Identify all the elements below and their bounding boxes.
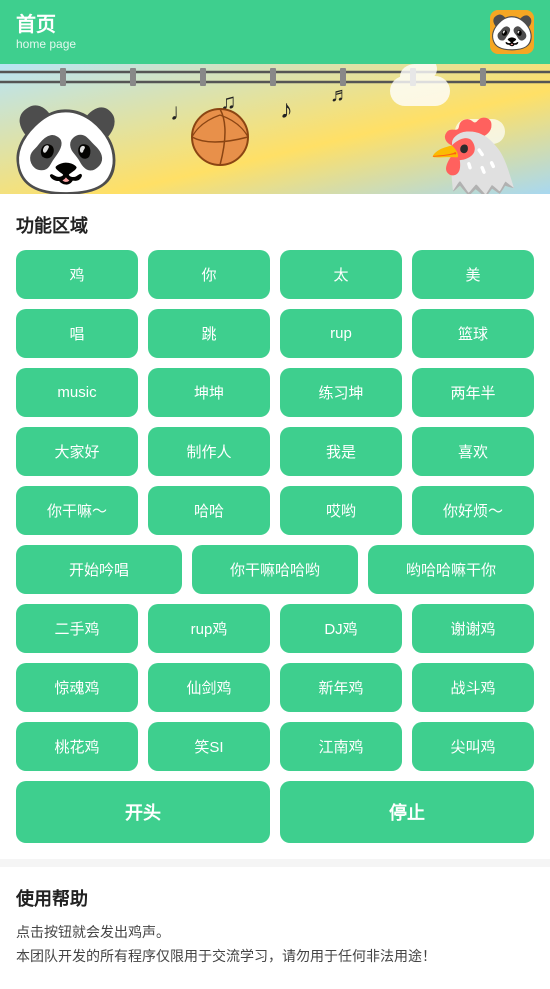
btn-mei[interactable]: 美	[412, 250, 534, 299]
btn-dajiahao[interactable]: 大家好	[16, 427, 138, 476]
wire-decoration	[0, 64, 550, 99]
btn-niganmahahayo[interactable]: 你干嘛哈哈哟	[192, 545, 358, 594]
help-text-1: 点击按钮就会发出鸡声。	[16, 921, 534, 945]
btn-haha[interactable]: 哈哈	[148, 486, 270, 535]
btn-music[interactable]: music	[16, 368, 138, 417]
page-subtitle: home page	[16, 37, 76, 51]
btn-zhandouji[interactable]: 战斗鸡	[412, 663, 534, 712]
btn-rup[interactable]: rup	[280, 309, 402, 358]
btn-xiaosi[interactable]: 笑SI	[148, 722, 270, 771]
basketball-icon	[190, 107, 250, 172]
btn-aiyo[interactable]: 哎哟	[280, 486, 402, 535]
btn-liangnianban[interactable]: 两年半	[412, 368, 534, 417]
button-row-5: 你干嘛～ 哈哈 哎哟 你好烦～	[16, 486, 534, 535]
btn-woshi[interactable]: 我是	[280, 427, 402, 476]
banner: ♩ ♫ ♪ ♬ 🐼 🐔	[0, 64, 550, 194]
btn-jiangnanji[interactable]: 江南鸡	[280, 722, 402, 771]
cloud-decoration-1	[390, 76, 450, 106]
btn-yohahama[interactable]: 哟哈哈嘛干你	[368, 545, 534, 594]
button-row-2: 唱 跳 rup 篮球	[16, 309, 534, 358]
help-text-2: 本团队开发的所有程序仅限用于交流学习，请勿用于任何非法用途！	[16, 945, 534, 969]
btn-xixieji[interactable]: 谢谢鸡	[412, 604, 534, 653]
main-content: 功能区域 鸡 你 太 美 唱 跳 rup 篮球 music 坤坤 练习坤 两年半…	[0, 194, 550, 859]
btn-xihuan[interactable]: 喜欢	[412, 427, 534, 476]
btn-tai[interactable]: 太	[280, 250, 402, 299]
help-title: 使用帮助	[16, 885, 534, 911]
btn-xianjiangji[interactable]: 仙剑鸡	[148, 663, 270, 712]
button-row-7: 惊魂鸡 仙剑鸡 新年鸡 战斗鸡	[16, 663, 534, 712]
button-row-1: 鸡 你 太 美	[16, 250, 534, 299]
btn-djji[interactable]: DJ鸡	[280, 604, 402, 653]
button-row-4: 大家好 制作人 我是 喜欢	[16, 427, 534, 476]
btn-ni[interactable]: 你	[148, 250, 270, 299]
avatar: 🐼	[490, 10, 534, 54]
btn-taohuaji[interactable]: 桃花鸡	[16, 722, 138, 771]
header-left: 首页 home page	[16, 13, 76, 51]
start-button[interactable]: 开头	[16, 781, 270, 843]
panda-character: 🐼	[10, 104, 122, 194]
function-section-title: 功能区域	[16, 194, 534, 250]
btn-lianxikun[interactable]: 练习坤	[280, 368, 402, 417]
help-section: 使用帮助 点击按钮就会发出鸡声。 本团队开发的所有程序仅限用于交流学习，请勿用于…	[0, 867, 550, 989]
button-row-3: music 坤坤 练习坤 两年半	[16, 368, 534, 417]
btn-lanqiu[interactable]: 篮球	[412, 309, 534, 358]
header: 首页 home page 🐼	[0, 0, 550, 64]
music-note-3: ♪	[280, 94, 293, 125]
button-row-8: 桃花鸡 笑SI 江南鸡 尖叫鸡	[16, 722, 534, 771]
btn-ershouji[interactable]: 二手鸡	[16, 604, 138, 653]
btn-zhizuoren[interactable]: 制作人	[148, 427, 270, 476]
action-row: 开头 停止	[16, 781, 534, 843]
panda-icon: 🐼	[490, 11, 534, 53]
page-title: 首页	[16, 13, 76, 37]
btn-jinghungji[interactable]: 惊魂鸡	[16, 663, 138, 712]
btn-tiao[interactable]: 跳	[148, 309, 270, 358]
btn-kaishiyinchang[interactable]: 开始吟唱	[16, 545, 182, 594]
btn-rupji[interactable]: rup鸡	[148, 604, 270, 653]
music-note-4: ♬	[330, 84, 350, 107]
chicken-character: 🐔	[427, 119, 520, 194]
stop-button[interactable]: 停止	[280, 781, 534, 843]
btn-nihaofan[interactable]: 你好烦～	[412, 486, 534, 535]
btn-niganma1[interactable]: 你干嘛～	[16, 486, 138, 535]
button-row-6: 二手鸡 rup鸡 DJ鸡 谢谢鸡	[16, 604, 534, 653]
btn-kunkun[interactable]: 坤坤	[148, 368, 270, 417]
btn-chang[interactable]: 唱	[16, 309, 138, 358]
btn-ji[interactable]: 鸡	[16, 250, 138, 299]
btn-xinnianji[interactable]: 新年鸡	[280, 663, 402, 712]
button-row-wide: 开始吟唱 你干嘛哈哈哟 哟哈哈嘛干你	[16, 545, 534, 594]
btn-jianjiaoji[interactable]: 尖叫鸡	[412, 722, 534, 771]
